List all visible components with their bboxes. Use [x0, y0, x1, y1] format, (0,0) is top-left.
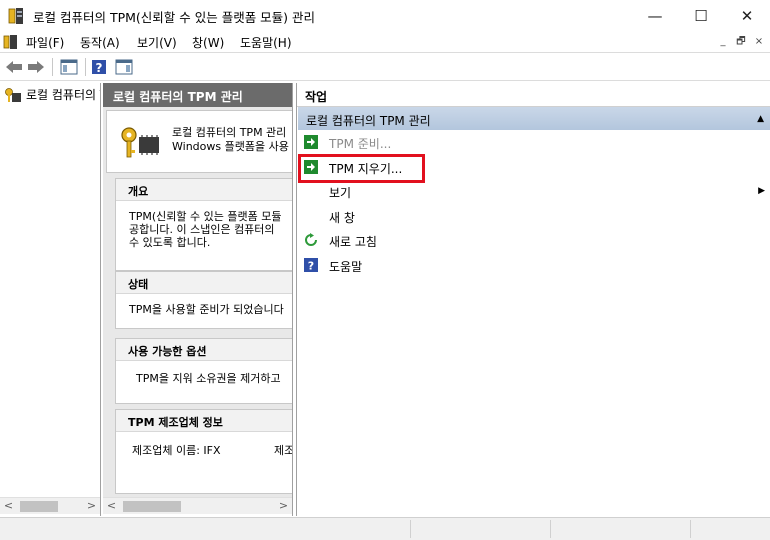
green-arrow-icon [304, 135, 318, 149]
section-available-options: 사용 가능한 옵션 TPM을 지워 소유권을 제거하고 [115, 338, 292, 404]
tree-horizontal-scrollbar[interactable]: < > [0, 497, 100, 515]
svg-text:?: ? [96, 61, 103, 75]
results-horizontal-scrollbar[interactable]: < > [103, 497, 292, 515]
close-button[interactable]: ✕ [724, 0, 770, 31]
forward-button[interactable] [26, 57, 46, 77]
tree-item-tpm-root[interactable]: 로컬 컴퓨터의 TPM 관리 [4, 86, 100, 103]
window-title: 로컬 컴퓨터의 TPM(신뢰할 수 있는 플랫폼 모듈) 관리 [33, 10, 316, 25]
document-icon[interactable] [3, 34, 18, 50]
section-manufacturer-info: TPM 제조업체 정보 제조업체 이름: IFX 제조 [115, 409, 293, 494]
section-overview: 개요 TPM(신뢰할 수 있는 플랫폼 모듈 공합니다. 이 스냅인은 컴퓨터의… [115, 178, 292, 271]
action-refresh[interactable]: 새로 고침 [297, 229, 770, 253]
section-body-status: TPM을 사용할 준비가 되었습니다 [116, 294, 292, 316]
title-bar: 로컬 컴퓨터의 TPM(신뢰할 수 있는 플랫폼 모듈) 관리 — ☐ ✕ [0, 0, 770, 31]
menu-file[interactable]: 파일(F) [26, 34, 64, 51]
section-body-options: TPM을 지워 소유권을 제거하고 [116, 361, 292, 385]
help-button[interactable]: ? [90, 57, 108, 77]
manufacturer-truncated: 제조 [274, 444, 293, 457]
scroll-left-arrow-icon[interactable]: < [0, 498, 17, 515]
intro-panel: 로컬 컴퓨터의 TPM 관리 Windows 플랫폼을 사용 [106, 110, 292, 173]
action-new-window[interactable]: 새 창 [297, 205, 770, 229]
actions-title: 작업 [297, 83, 770, 107]
mdi-restore-button[interactable]: 🗗 [734, 36, 748, 49]
console-tree-pane: 로컬 컴퓨터의 TPM 관리 < > [0, 83, 101, 516]
overview-line-1: TPM(신뢰할 수 있는 플랫폼 모듈 [129, 210, 282, 223]
section-body-overview: TPM(신뢰할 수 있는 플랫폼 모듈 공합니다. 이 스냅인은 컴퓨터의 수 … [116, 201, 292, 249]
intro-line-1: 로컬 컴퓨터의 TPM 관리 [172, 126, 287, 139]
action-view[interactable]: 보기 ▶ [297, 180, 770, 204]
status-bar [0, 517, 770, 540]
status-cell [410, 520, 550, 538]
menu-view[interactable]: 보기(V) [137, 34, 177, 51]
action-pane-icon [115, 59, 133, 75]
results-pane-header: 로컬 컴퓨터의 TPM 관리 [103, 83, 292, 107]
back-icon [6, 61, 22, 73]
tree-item-label: 로컬 컴퓨터의 TPM 관리 [26, 88, 100, 102]
section-body-manufacturer: 제조업체 이름: IFX 제조 [116, 432, 293, 457]
results-pane: 로컬 컴퓨터의 TPM 관리 로컬 컴퓨터의 TPM 관리 Windows 플랫… [103, 83, 293, 516]
options-line: TPM을 지워 소유권을 제거하고 [136, 372, 281, 385]
actions-group-header[interactable]: 로컬 컴퓨터의 TPM 관리 ▲ [298, 107, 770, 130]
scroll-right-arrow-icon[interactable]: > [83, 498, 100, 515]
svg-text:?: ? [308, 260, 314, 273]
maximize-button[interactable]: ☐ [678, 0, 724, 31]
show-hide-action-pane-button[interactable] [113, 57, 135, 77]
help-icon: ? [92, 60, 106, 75]
console-tree-icon [60, 59, 78, 75]
scroll-left-arrow-icon[interactable]: < [103, 498, 120, 515]
overview-line-3: 수 있도록 합니다. [129, 236, 211, 249]
tpm-app-icon [8, 8, 23, 24]
forward-icon [28, 61, 44, 73]
toolbar-separator [85, 58, 86, 76]
action-tpm-prepare[interactable]: TPM 준비... [297, 131, 770, 155]
minimize-button[interactable]: — [632, 0, 678, 31]
menu-help[interactable]: 도움말(H) [240, 34, 292, 51]
submenu-arrow-icon: ▶ [758, 186, 765, 196]
overview-line-2: 공합니다. 이 스냅인은 컴퓨터의 [129, 223, 275, 236]
action-label: 새 창 [329, 211, 355, 225]
tpm-chip-key-icon [121, 127, 159, 158]
actions-group-label: 로컬 컴퓨터의 TPM 관리 [306, 114, 431, 128]
highlight-box [298, 154, 425, 183]
tpm-node-icon [5, 87, 21, 102]
toolbar-separator [52, 58, 53, 76]
actions-pane: 작업 로컬 컴퓨터의 TPM 관리 ▲ TPM 준비... TPM 지우기...… [296, 83, 770, 516]
section-title-options: 사용 가능한 옵션 [116, 339, 292, 361]
menu-action[interactable]: 동작(A) [80, 34, 120, 51]
status-cell [550, 520, 690, 538]
refresh-icon [305, 233, 317, 246]
section-title-overview: 개요 [116, 179, 292, 201]
status-line: TPM을 사용할 준비가 되었습니다 [129, 303, 284, 316]
results-body: 로컬 컴퓨터의 TPM 관리 Windows 플랫폼을 사용 개요 TPM(신뢰… [103, 107, 293, 498]
back-button[interactable] [4, 57, 24, 77]
intro-text: 로컬 컴퓨터의 TPM 관리 Windows 플랫폼을 사용 [172, 126, 289, 154]
section-title-manufacturer: TPM 제조업체 정보 [116, 410, 292, 432]
section-title-status: 상태 [116, 272, 292, 294]
manufacturer-name: 제조업체 이름: IFX [132, 444, 221, 457]
toolbar: ? [0, 54, 770, 81]
status-cell [690, 520, 768, 538]
intro-line-2: Windows 플랫폼을 사용 [172, 140, 289, 153]
help-icon: ? [304, 258, 318, 272]
action-label: 새로 고침 [329, 235, 377, 249]
action-label: TPM 준비... [329, 137, 392, 151]
menu-bar: 파일(F) 동작(A) 보기(V) 창(W) 도움말(H) _ 🗗 × [0, 31, 770, 53]
action-label: 보기 [329, 186, 352, 200]
mdi-minimize-button[interactable]: _ [716, 36, 730, 49]
menu-window[interactable]: 창(W) [192, 34, 224, 51]
scroll-right-arrow-icon[interactable]: > [275, 498, 292, 515]
show-hide-console-tree-button[interactable] [58, 57, 80, 77]
scroll-thumb[interactable] [20, 501, 58, 512]
action-label: 도움말 [329, 260, 363, 274]
section-status: 상태 TPM을 사용할 준비가 되었습니다 [115, 271, 292, 329]
scroll-thumb[interactable] [123, 501, 181, 512]
collapse-up-icon[interactable]: ▲ [757, 114, 764, 124]
mdi-close-button[interactable]: × [752, 36, 766, 49]
action-help[interactable]: ? 도움말 [297, 254, 770, 278]
